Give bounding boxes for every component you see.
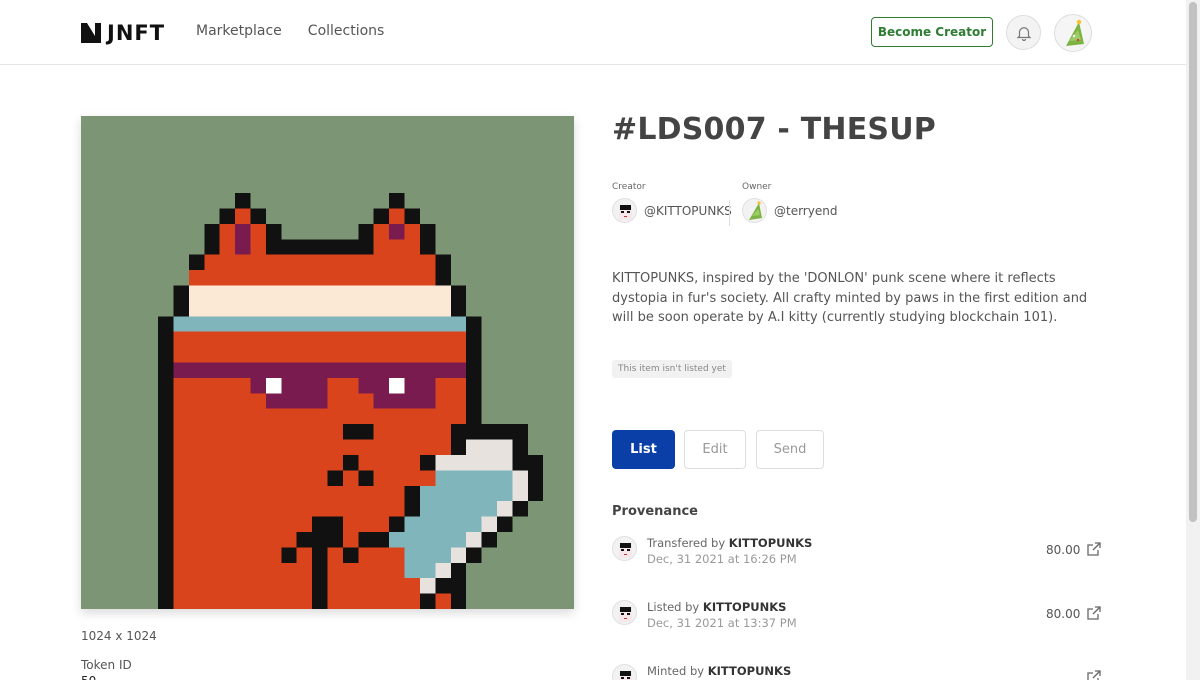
creator-avatar	[612, 198, 637, 223]
actor-avatar	[612, 536, 637, 561]
profile-avatar[interactable]	[1054, 14, 1092, 52]
owner-handle[interactable]: @terryend	[774, 204, 837, 218]
owner-label: Owner	[742, 182, 772, 192]
external-link-icon[interactable]	[1086, 605, 1102, 621]
action-text: Minted by	[647, 664, 705, 678]
owner-avatar	[742, 198, 767, 223]
provenance-action: Listed by KITTOPUNKS	[647, 600, 786, 614]
actor-name[interactable]: KITTOPUNKS	[708, 664, 792, 678]
creator-label: Creator	[612, 182, 646, 192]
meta-divider	[729, 200, 730, 226]
owner-info[interactable]: @terryend	[742, 198, 837, 223]
nav-collections[interactable]: Collections	[308, 23, 385, 39]
top-nav-bar: JNFT Marketplace Collections Become Crea…	[0, 0, 1186, 65]
provenance-action: Transfered by KITTOPUNKS	[647, 536, 812, 550]
notifications-button[interactable]	[1006, 15, 1041, 50]
action-text: Listed by	[647, 600, 700, 614]
party-hat-avatar-icon	[749, 201, 762, 220]
party-hat-avatar-icon	[1066, 19, 1084, 46]
actor-name[interactable]: KITTOPUNKS	[729, 536, 813, 550]
provenance-amount: 80.00	[1046, 607, 1081, 621]
provenance-date: Dec, 31 2021 at 13:37 PM	[647, 616, 797, 630]
pixel-cat-image	[158, 193, 544, 609]
main-nav: Marketplace Collections	[196, 23, 384, 39]
provenance-row: Transfered by KITTOPUNKS Dec, 31 2021 at…	[612, 536, 1102, 576]
image-dimensions: 1024 x 1024	[81, 629, 157, 643]
external-link-icon[interactable]	[1086, 541, 1102, 557]
kitty-avatar-icon	[619, 205, 632, 220]
logo-text: JNFT	[107, 21, 166, 45]
actor-avatar	[612, 600, 637, 625]
actor-name[interactable]: KITTOPUNKS	[703, 600, 787, 614]
creator-handle[interactable]: @KITTOPUNKS	[644, 204, 732, 218]
item-title: #LDS007 - THESUP	[612, 112, 936, 147]
kitty-avatar-icon	[619, 543, 632, 558]
provenance-amount: 80.00	[1046, 543, 1081, 557]
scrollbar-thumb[interactable]	[1189, 2, 1197, 522]
send-button[interactable]: Send	[756, 430, 824, 469]
token-id-label: Token ID	[81, 658, 132, 672]
provenance-row: Listed by KITTOPUNKS Dec, 31 2021 at 13:…	[612, 600, 1102, 640]
item-description: KITTOPUNKS, inspired by the 'DONLON' pun…	[612, 271, 1088, 325]
jnft-logo[interactable]: JNFT	[81, 21, 165, 45]
provenance-title: Provenance	[612, 504, 698, 519]
action-text: Transfered by	[647, 536, 726, 550]
actor-avatar	[612, 664, 637, 680]
jnft-logo-icon	[81, 23, 101, 43]
external-link-icon[interactable]	[1086, 669, 1102, 680]
become-creator-button[interactable]: Become Creator	[871, 17, 993, 47]
provenance-row: Minted by KITTOPUNKS	[612, 664, 1102, 680]
provenance-action: Minted by KITTOPUNKS	[647, 664, 791, 678]
nft-artwork[interactable]	[81, 116, 574, 609]
creator-info[interactable]: @KITTOPUNKS	[612, 198, 732, 223]
provenance-date: Dec, 31 2021 at 16:26 PM	[647, 552, 797, 566]
page-scrollbar[interactable]	[1186, 0, 1200, 680]
kitty-avatar-icon	[619, 607, 632, 622]
edit-button[interactable]: Edit	[684, 430, 746, 469]
token-id-value: 50	[81, 674, 96, 680]
list-button[interactable]: List	[612, 430, 675, 469]
bell-icon	[1016, 26, 1031, 41]
kitty-avatar-icon	[619, 671, 632, 680]
listing-status-badge: This item isn't listed yet	[612, 360, 732, 378]
nav-marketplace[interactable]: Marketplace	[196, 23, 282, 39]
